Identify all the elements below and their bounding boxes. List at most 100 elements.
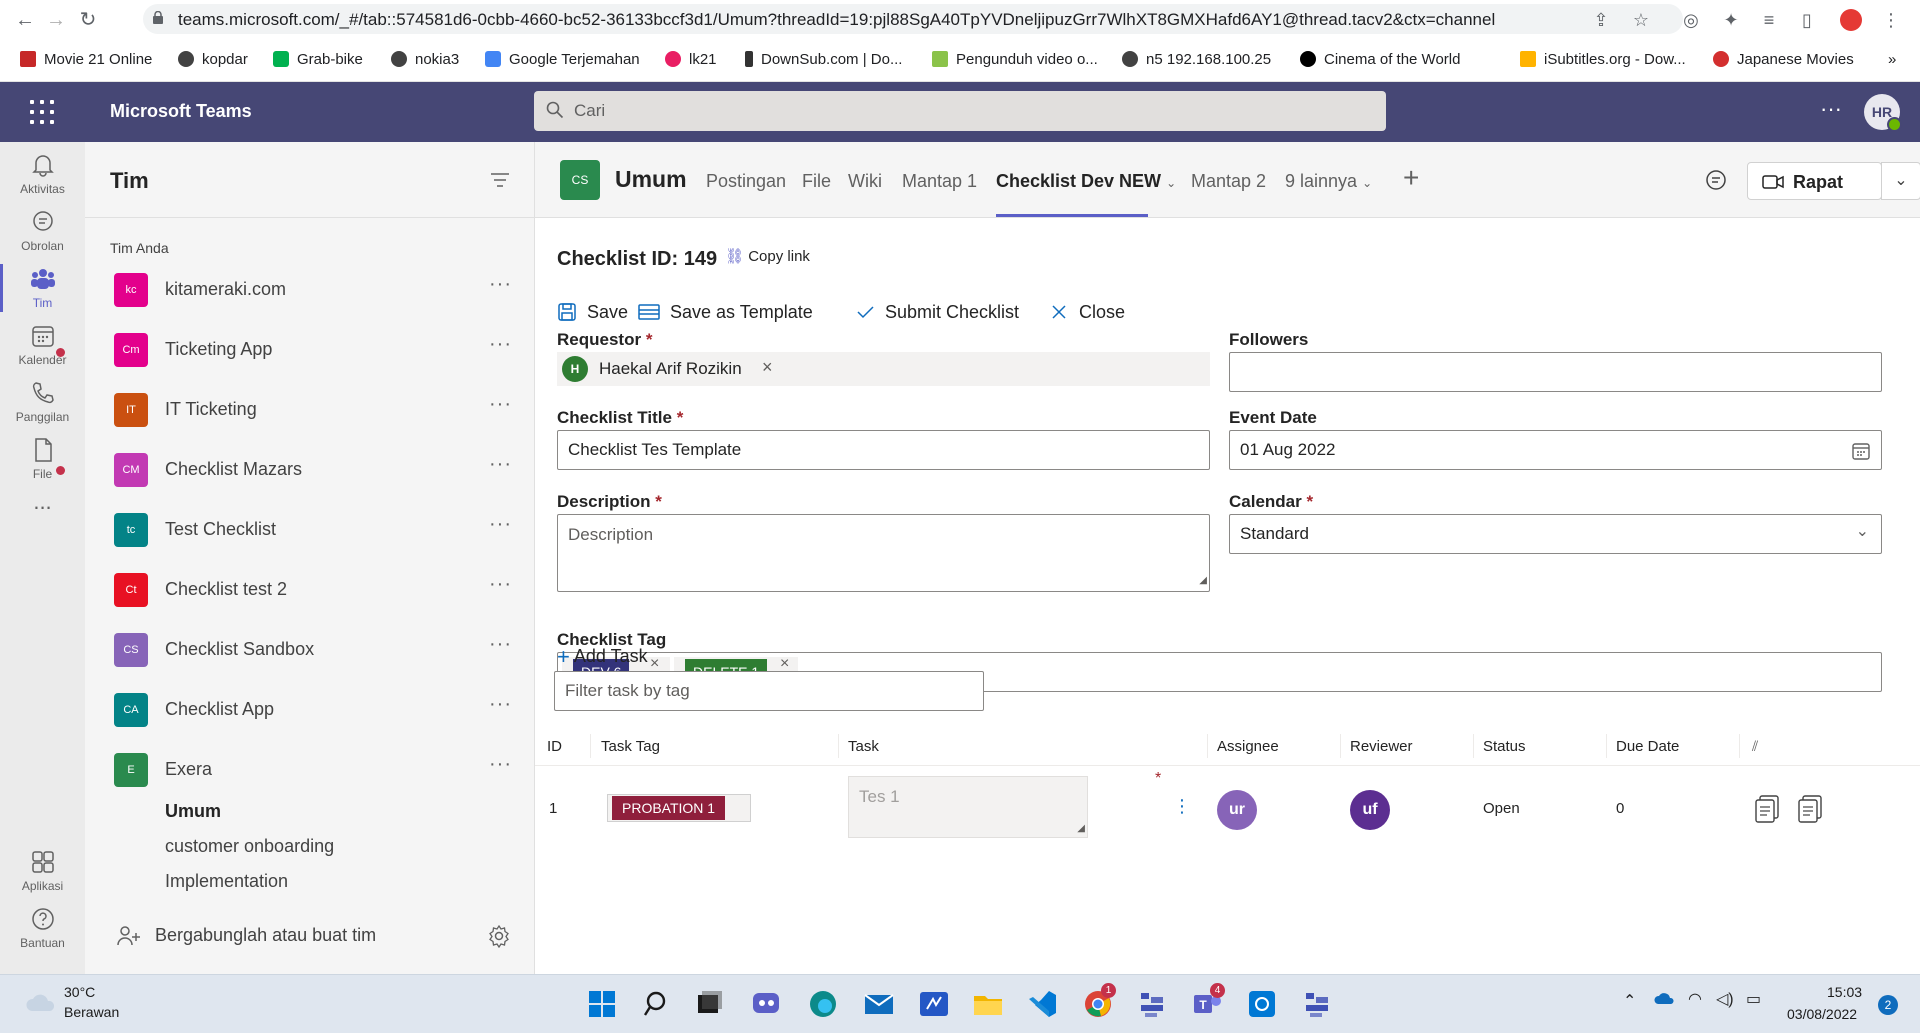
- team-item[interactable]: Cm Ticketing App ···: [85, 325, 535, 374]
- puzzle-icon[interactable]: ✦: [1720, 9, 1742, 31]
- more-icon[interactable]: ···: [489, 393, 512, 416]
- search-input[interactable]: Cari: [534, 91, 1386, 131]
- teams-app-icon[interactable]: T 4: [1190, 983, 1225, 1021]
- volume-icon[interactable]: ◁): [1716, 989, 1734, 1009]
- followers-field[interactable]: [1229, 352, 1882, 392]
- add-tab-icon[interactable]: +: [1403, 162, 1419, 194]
- remove-icon[interactable]: ×: [762, 357, 773, 378]
- filter-icon[interactable]: [490, 172, 510, 188]
- battery-icon[interactable]: ▭: [1746, 989, 1761, 1009]
- team-item[interactable]: CM Checklist Mazars ···: [85, 445, 535, 494]
- start-icon[interactable]: [585, 987, 619, 1021]
- tab-more[interactable]: 9 lainnya ⌄: [1285, 171, 1372, 192]
- join-create-team-button[interactable]: Bergabunglah atau buat tim: [85, 916, 535, 956]
- chat-app-icon[interactable]: [749, 987, 783, 1021]
- channel-item[interactable]: Implementation: [165, 871, 288, 892]
- bookmark-item[interactable]: Grab-bike: [273, 48, 363, 70]
- tab-checklist-dev-new[interactable]: Checklist Dev NEW ⌄: [996, 171, 1176, 192]
- more-options-icon[interactable]: ···: [1820, 96, 1842, 122]
- team-item[interactable]: tc Test Checklist ···: [85, 505, 535, 554]
- address-bar[interactable]: teams.microsoft.com/_#/tab::574581d6-0cb…: [143, 4, 1683, 34]
- task-view-icon[interactable]: [692, 987, 726, 1021]
- more-icon[interactable]: ···: [489, 633, 512, 656]
- task-textarea[interactable]: Tes 1 ◢: [848, 776, 1088, 838]
- channel-item[interactable]: customer onboarding: [165, 836, 334, 857]
- app-grid-icon[interactable]: [1135, 987, 1169, 1021]
- row-more-icon[interactable]: ⋮: [1173, 796, 1191, 817]
- filter-task-input[interactable]: Filter task by tag: [554, 671, 984, 711]
- rail-item-help[interactable]: Bantuan: [0, 896, 85, 962]
- search-icon[interactable]: [641, 987, 675, 1021]
- tab-file[interactable]: File: [802, 171, 831, 192]
- profile-icon[interactable]: [1840, 9, 1862, 31]
- team-item[interactable]: IT IT Ticketing ···: [85, 385, 535, 434]
- team-item[interactable]: Ct Checklist test 2 ···: [85, 565, 535, 614]
- bookmark-item[interactable]: iSubtitles.org - Dow...: [1520, 48, 1686, 70]
- vscode-like-icon[interactable]: [917, 987, 951, 1021]
- conversation-icon[interactable]: [1704, 168, 1728, 192]
- event-date-input[interactable]: 01 Aug 2022: [1229, 430, 1882, 470]
- meet-button[interactable]: Rapat: [1747, 162, 1882, 200]
- extension-icon[interactable]: ◎: [1680, 9, 1702, 31]
- rail-item-more[interactable]: ...: [0, 482, 85, 548]
- app-launcher-icon[interactable]: [30, 100, 54, 124]
- bookmark-item[interactable]: Movie 21 Online: [20, 48, 152, 70]
- more-icon[interactable]: ···: [489, 333, 512, 356]
- copy-link-button[interactable]: ⛓ Copy link: [725, 247, 810, 265]
- channel-item-umum[interactable]: Umum: [165, 801, 221, 822]
- store-icon[interactable]: [1245, 987, 1279, 1021]
- team-item[interactable]: CA Checklist App ···: [85, 685, 535, 734]
- bookmark-item[interactable]: nokia3: [391, 48, 459, 70]
- resize-handle-icon[interactable]: ◢: [1077, 823, 1085, 834]
- documents-icon[interactable]: [1754, 794, 1782, 824]
- more-icon[interactable]: ···: [489, 453, 512, 476]
- back-icon[interactable]: ←: [14, 9, 36, 31]
- tab-wiki[interactable]: Wiki: [848, 171, 882, 192]
- bookmark-item[interactable]: Cinema of the World: [1300, 48, 1460, 70]
- more-icon[interactable]: ···: [489, 513, 512, 536]
- mail-icon[interactable]: [862, 987, 896, 1021]
- calendar-select[interactable]: Standard ⌄: [1229, 514, 1882, 554]
- share-icon[interactable]: ⇪: [1590, 9, 1612, 31]
- settings-icon[interactable]: [487, 924, 511, 948]
- bookmark-item[interactable]: Japanese Movies: [1713, 48, 1854, 70]
- weather-icon[interactable]: [24, 991, 58, 1013]
- onedrive-icon[interactable]: [1653, 991, 1675, 1005]
- task-tag-picker[interactable]: PROBATION 1: [607, 794, 751, 822]
- star-icon[interactable]: ☆: [1630, 9, 1652, 31]
- team-item[interactable]: kc kitameraki.com ···: [85, 265, 535, 314]
- more-icon[interactable]: ···: [489, 753, 512, 776]
- bookmark-item[interactable]: kopdar: [178, 48, 248, 70]
- tab-postingan[interactable]: Postingan: [706, 171, 786, 192]
- user-avatar[interactable]: HR: [1864, 94, 1902, 132]
- file-explorer-icon[interactable]: [971, 987, 1005, 1021]
- edge-icon[interactable]: [806, 987, 840, 1021]
- bookmark-item[interactable]: DownSub.com | Do...: [745, 48, 902, 70]
- resize-handle-icon[interactable]: ◢: [1199, 575, 1207, 586]
- checklist-title-input[interactable]: Checklist Tes Template: [557, 430, 1210, 470]
- more-icon[interactable]: ···: [489, 693, 512, 716]
- clock-date[interactable]: 03/08/2022: [1787, 1006, 1857, 1022]
- reload-icon[interactable]: ↻: [77, 9, 99, 31]
- team-item[interactable]: E Exera ···: [85, 745, 535, 794]
- requestor-picker[interactable]: H Haekal Arif Rozikin ×: [557, 352, 1210, 386]
- tab-mantap-2[interactable]: Mantap 2: [1191, 171, 1266, 192]
- chrome-icon[interactable]: 1: [1081, 983, 1116, 1021]
- meet-dropdown-chevron-icon[interactable]: ⌄: [1881, 162, 1920, 200]
- menu-icon[interactable]: ⋮: [1880, 9, 1902, 31]
- reviewer-avatar[interactable]: uf: [1350, 790, 1390, 830]
- more-icon[interactable]: ···: [489, 273, 512, 296]
- bookmark-item[interactable]: n5 192.168.100.25: [1122, 48, 1271, 70]
- wifi-icon[interactable]: ◠: [1688, 989, 1702, 1009]
- table-row[interactable]: 1 PROBATION 1 Tes 1 ◢ * ⋮ ur uf Open 0: [535, 766, 1920, 846]
- more-icon[interactable]: ···: [489, 573, 512, 596]
- bookmark-item[interactable]: Pengunduh video o...: [932, 48, 1098, 70]
- bookmarks-overflow[interactable]: »: [1888, 48, 1896, 70]
- clock-time[interactable]: 15:03: [1827, 984, 1862, 1000]
- app-grid-icon-2[interactable]: [1300, 987, 1334, 1021]
- tab-mantap-1[interactable]: Mantap 1: [902, 171, 977, 192]
- assignee-avatar[interactable]: ur: [1217, 790, 1257, 830]
- add-task-button[interactable]: + Add Task: [557, 644, 648, 670]
- documents-icon[interactable]: [1797, 794, 1825, 824]
- vscode-icon[interactable]: [1025, 987, 1059, 1021]
